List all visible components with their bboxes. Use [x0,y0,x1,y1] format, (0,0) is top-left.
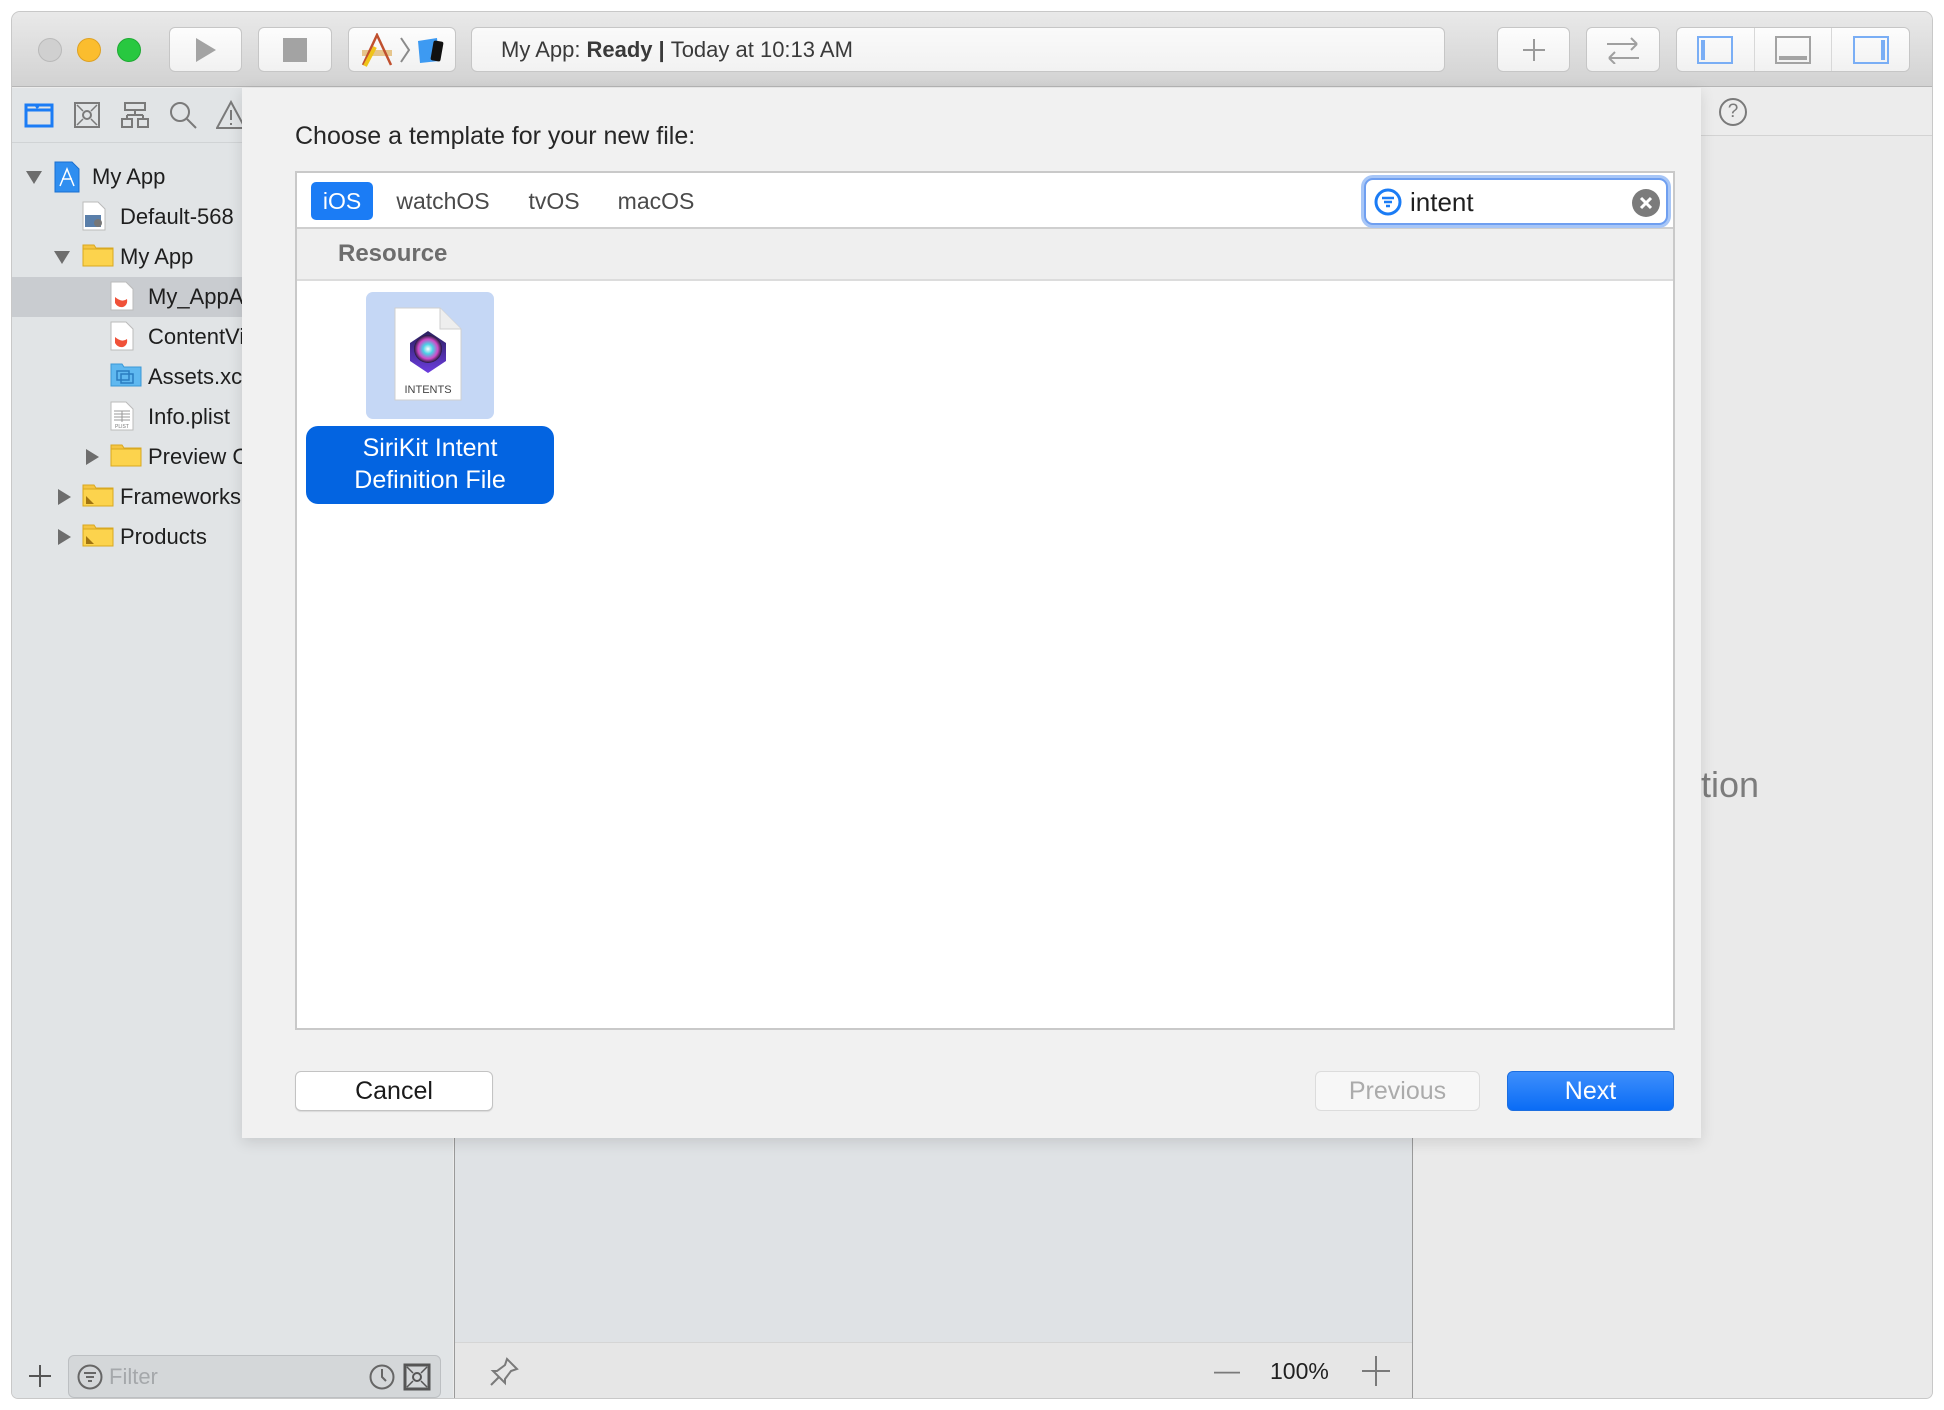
xcode-window: My App: Ready | Today at 10:13 AM My App… [12,12,1932,1398]
stop-button[interactable] [258,27,332,72]
tab-macos[interactable]: macOS [615,182,697,220]
scheme-selector[interactable] [348,27,456,72]
toggle-navigator-button[interactable] [1677,28,1755,71]
navigator-filter-input[interactable] [109,1362,349,1392]
plus-icon [1522,38,1545,61]
zoom-level: 100% [1270,1358,1329,1384]
recent-files-icon[interactable] [369,1364,395,1390]
tree-item-label: Default-568 [120,204,234,229]
tree-item-label: Frameworks [120,484,242,509]
template-search-input[interactable] [1410,186,1610,218]
swap-arrows-icon [1607,36,1639,64]
filter-icon [1374,188,1402,216]
disclosure-closed-icon[interactable] [86,449,99,465]
zoom-window-button[interactable] [117,38,141,62]
tree-item-label: Info.plist [148,404,230,429]
tree-item-label: ContentVi [148,324,245,349]
play-icon [195,37,216,62]
template-search-field[interactable] [1364,178,1668,225]
ios-device-icon [418,37,444,63]
folder-icon [110,441,142,473]
hierarchy-icon[interactable] [120,100,150,130]
group-folder-icon [82,521,114,553]
clear-search-icon[interactable] [1632,189,1660,217]
code-review-button[interactable] [1586,27,1660,72]
dialog-title: Choose a template for your new file: [295,122,696,150]
svg-text:PLIST: PLIST [115,424,129,430]
run-button[interactable] [169,27,242,72]
search-icon[interactable] [168,100,198,130]
tree-item-label: My App [120,244,194,269]
tab-watchos[interactable]: watchOS [393,182,493,220]
swift-file-icon [110,321,142,353]
disclosure-closed-icon[interactable] [58,529,71,545]
image-file-icon [82,201,114,233]
folder-icon [82,241,114,273]
filter-icon [77,1364,103,1390]
help-icon[interactable]: ? [1719,98,1747,126]
template-label-line1: SiriKit Intent [362,434,498,462]
new-file-template-sheet: Choose a template for your new file: iOS… [242,88,1701,1138]
intents-caption: INTENTS [404,384,451,396]
xcode-app-icon [361,32,393,67]
template-chooser: iOS watchOS tvOS macOS Resource [295,171,1675,1030]
chevron-right-icon [400,36,411,63]
tree-item-label: My_AppAp [148,284,256,309]
previous-button[interactable]: Previous [1315,1071,1480,1111]
left-panel-icon [1697,35,1734,64]
tree-item-label: Products [120,524,207,549]
tree-item-label: Assets.xc [148,364,243,389]
template-label-line2: Definition File [354,466,506,494]
navigator-filter-field[interactable] [68,1355,441,1398]
toolbar: My App: Ready | Today at 10:13 AM [12,12,1932,87]
section-header-resource: Resource [297,229,1673,281]
minimize-window-button[interactable] [77,38,101,62]
library-button[interactable] [1497,27,1570,72]
xcodeproj-icon [54,161,86,193]
disclosure-open-icon[interactable] [54,251,70,264]
tree-item-label: Preview C [148,444,249,469]
tab-ios[interactable]: iOS [311,182,373,220]
asset-catalog-icon [110,361,142,393]
zoom-out-button[interactable]: — [1214,1355,1240,1386]
canvas-bottom-bar: — 100% [455,1342,1413,1398]
status-project: My App: [501,36,581,62]
tree-item-label: My App [92,164,166,189]
cancel-button[interactable]: Cancel [295,1071,493,1111]
panel-toggle-group [1676,27,1910,72]
folder-navigator-icon[interactable] [24,100,54,130]
status-time: Today at 10:13 AM [670,36,853,62]
add-file-icon[interactable] [28,1364,52,1388]
toggle-inspector-button[interactable] [1832,28,1909,71]
status-separator: | [658,36,665,62]
swift-file-icon [110,281,142,313]
disclosure-open-icon[interactable] [26,171,42,184]
next-button[interactable]: Next [1507,1071,1674,1111]
platform-tab-bar: iOS watchOS tvOS macOS [297,173,1673,229]
template-tile-sirikit-intent[interactable]: INTENTS [366,292,494,419]
pin-icon[interactable] [489,1357,519,1387]
activity-status: My App: Ready | Today at 10:13 AM [471,27,1445,72]
status-state: Ready [586,36,653,62]
stop-icon [283,37,307,62]
disclosure-closed-icon[interactable] [58,489,71,505]
toggle-debug-area-button[interactable] [1755,28,1833,71]
bottom-panel-icon [1775,35,1811,64]
right-panel-icon [1852,35,1889,64]
tab-tvos[interactable]: tvOS [524,182,584,220]
intents-file-icon: INTENTS [394,307,462,401]
plist-file-icon: PLIST [110,401,142,433]
source-control-icon[interactable] [72,100,102,130]
navigator-bottom-bar [12,1342,453,1398]
close-window-button[interactable] [38,38,62,62]
group-folder-icon [82,481,114,513]
zoom-in-icon[interactable] [1361,1356,1391,1386]
template-label[interactable]: SiriKit Intent Definition File [306,426,554,504]
source-control-filter-icon[interactable] [403,1363,431,1391]
